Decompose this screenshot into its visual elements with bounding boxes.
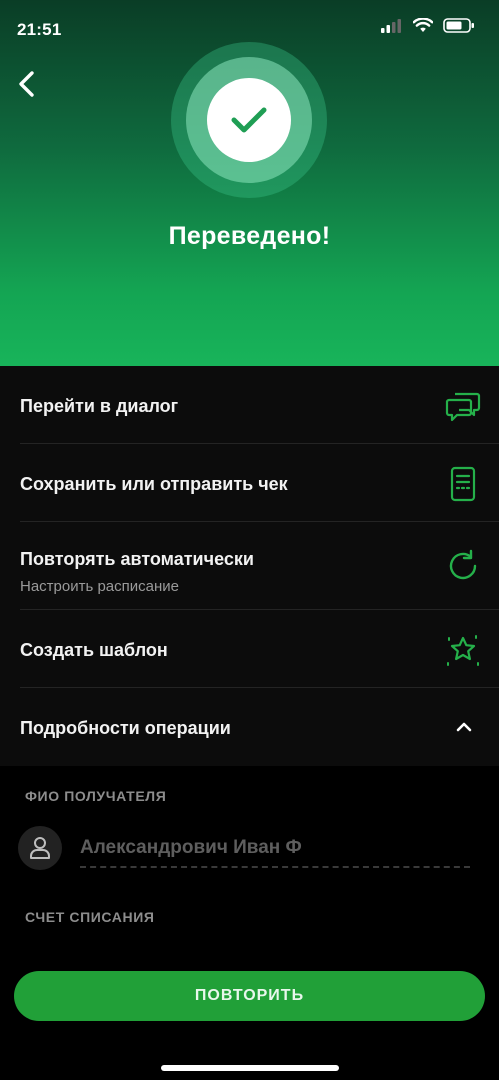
page-title: Переведено! xyxy=(168,222,331,250)
checkmark-icon xyxy=(231,107,267,133)
details-toggle[interactable]: Подробности операции xyxy=(20,688,499,766)
star-icon xyxy=(445,632,481,668)
action-repeat-auto[interactable]: Повторять автоматически Настроить распис… xyxy=(20,522,499,610)
success-badge xyxy=(207,78,291,162)
repeat-icon xyxy=(445,548,481,584)
action-create-template[interactable]: Создать шаблон xyxy=(20,610,499,688)
chevron-left-icon xyxy=(19,71,34,97)
action-sublabel: Настроить расписание xyxy=(20,578,179,595)
recipient-section-label: ФИО ПОЛУЧАТЕЛЯ xyxy=(25,788,167,804)
status-icons xyxy=(381,18,475,33)
action-save-receipt[interactable]: Сохранить или отправить чек xyxy=(20,444,499,522)
signal-icon xyxy=(381,18,401,33)
wifi-icon xyxy=(413,18,433,32)
avatar xyxy=(18,826,62,870)
chevron-up-icon xyxy=(456,722,472,732)
details-label: Подробности операции xyxy=(20,718,231,738)
back-button[interactable] xyxy=(10,66,42,102)
action-label: Перейти в диалог xyxy=(20,396,179,416)
chat-bubbles-icon xyxy=(445,388,481,424)
account-section-label: СЧЕТ СПИСАНИЯ xyxy=(25,909,155,925)
recipient-name: Александрович Иван Ф xyxy=(80,837,302,858)
divider xyxy=(80,866,470,868)
action-label: Повторять автоматически xyxy=(20,549,254,569)
action-label: Создать шаблон xyxy=(20,640,168,660)
battery-icon xyxy=(443,18,474,33)
repeat-button[interactable]: ПОВТОРИТЬ xyxy=(14,971,485,1021)
status-time: 21:51 xyxy=(17,20,62,39)
action-list: Перейти в диалог Сохранить или отправить… xyxy=(0,366,499,766)
home-indicator xyxy=(161,1065,339,1071)
action-label: Сохранить или отправить чек xyxy=(20,474,288,494)
person-icon xyxy=(30,837,50,859)
receipt-icon xyxy=(445,466,481,502)
action-go-to-dialog[interactable]: Перейти в диалог xyxy=(20,366,499,444)
